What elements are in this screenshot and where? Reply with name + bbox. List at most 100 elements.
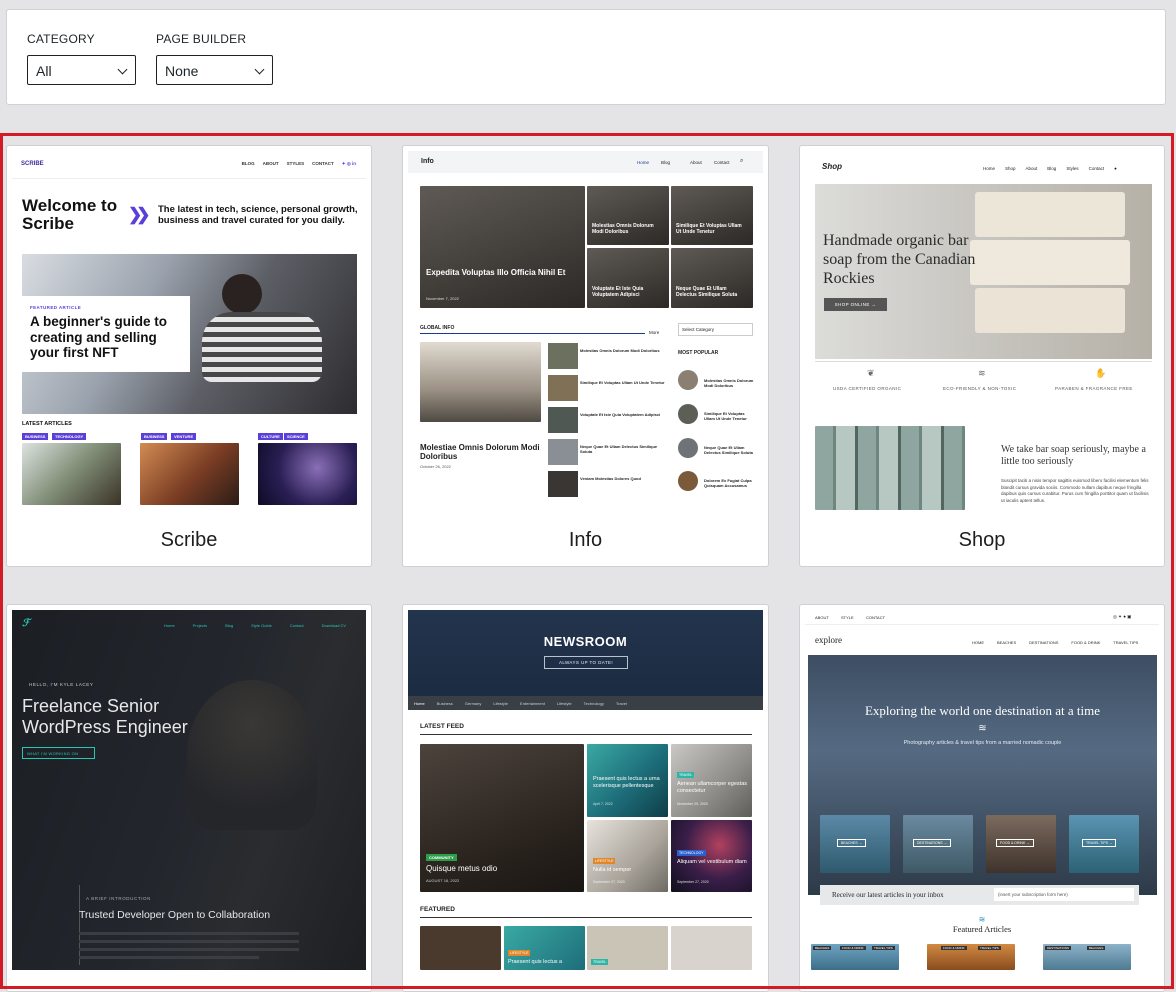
theme-card-freelance[interactable]: ℱ Home Projects Blog Style Guide Contact… bbox=[6, 604, 372, 992]
leaf-icon: ❦ bbox=[867, 368, 875, 378]
category-tag: LIFESTYLE bbox=[593, 858, 616, 864]
category-tag: FOOD & DRINK bbox=[840, 946, 866, 950]
newsroom-nav-item: Lifestyle bbox=[556, 701, 572, 706]
category-tag: TRAVEL bbox=[591, 959, 609, 965]
featured-title: FEATURED bbox=[420, 906, 455, 913]
freelance-headline: Freelance Senior WordPress Engineer bbox=[22, 696, 188, 737]
explore-hero-subtitle: Photography articles & travel tips from … bbox=[903, 740, 1062, 746]
newsroom-tile: Praesent quis lectus a urna scelerisque … bbox=[587, 744, 668, 817]
scribe-featured-card: FEATURED ARTICLE A beginner's guide to c… bbox=[22, 296, 190, 372]
freelance-nav-item: Home bbox=[164, 623, 175, 628]
page-builder-select-value: None bbox=[165, 63, 199, 79]
scribe-nav-item: BLOG bbox=[241, 161, 255, 166]
tile-meta: November 29, 2020 bbox=[677, 802, 708, 806]
info-nav-item: Blog bbox=[661, 160, 671, 165]
tag-pill: SCIENCE bbox=[284, 433, 308, 440]
newsroom-nav: Home Business Germany Lifestyle Entertai… bbox=[408, 696, 763, 710]
category-card[interactable]: TRAVEL TIPS → bbox=[1069, 815, 1139, 873]
search-icon: ⌕ bbox=[740, 158, 744, 164]
theme-preview-scribe: SCRIBE BLOG ABOUT STYLES CONTACT ✦ ◎ in … bbox=[12, 151, 366, 510]
info-hero-image: Expedita Voluptas Illo Officia Nihil Et … bbox=[420, 186, 585, 308]
newsroom-nav-item: Home bbox=[414, 701, 425, 706]
freelance-nav-item: Download CV bbox=[321, 623, 347, 628]
newsroom-nav-item: Technology bbox=[583, 701, 604, 706]
category-tag: TRAVEL TIPS bbox=[872, 946, 895, 950]
page-builder-select[interactable]: None bbox=[156, 55, 273, 85]
shop-nav-item: Home bbox=[983, 166, 996, 171]
category-select[interactable]: All bbox=[27, 55, 136, 85]
explore-nav-item: HOME bbox=[972, 640, 984, 645]
theme-card-info[interactable]: Info Home Blog About Contact ⌕ Expedita … bbox=[402, 145, 769, 567]
latest-articles-label: LATEST ARTICLES bbox=[22, 421, 72, 427]
hand-icon: ✋ bbox=[1095, 368, 1107, 378]
waves-icon: ≋ bbox=[978, 915, 986, 924]
divider-line bbox=[79, 885, 80, 965]
newsletter-text: Receive our latest articles in your inbo… bbox=[832, 891, 944, 899]
theme-card-scribe[interactable]: SCRIBE BLOG ABOUT STYLES CONTACT ✦ ◎ in … bbox=[6, 145, 372, 567]
info-tile: Voluptate Et Iste Quia Voluptatem Adipis… bbox=[587, 248, 669, 308]
badge-label: USDA CERTIFIED ORGANIC bbox=[833, 386, 902, 391]
tile-title: Aliquam vel vestibulum diam bbox=[677, 859, 747, 865]
theme-card-shop[interactable]: Shop Home Shop About Blog Styles Contact… bbox=[799, 145, 1165, 567]
text-line bbox=[79, 956, 259, 959]
most-popular-title: MOST POPULAR bbox=[678, 350, 719, 356]
featured-thumb bbox=[671, 926, 752, 970]
soap-tray-image bbox=[815, 426, 965, 510]
category-filter-label: CATEGORY bbox=[27, 32, 95, 46]
list-thumb bbox=[548, 375, 578, 401]
category-card[interactable]: DESTINATIONS → bbox=[903, 815, 973, 873]
theme-name: Shop bbox=[958, 529, 1006, 551]
list-title: Neque Quae Et Ullam Delectus Similique S… bbox=[580, 444, 658, 454]
shop-online-button[interactable]: SHOP ONLINE → bbox=[824, 298, 887, 311]
tag-pill: BUSINESS bbox=[141, 433, 168, 440]
theme-name: Info bbox=[568, 529, 603, 551]
social-icons: ✦ ◎ in bbox=[341, 161, 356, 166]
info-main-title: Molestiae Omnis Dolorum Modi Doloribus bbox=[420, 443, 540, 461]
info-tile: Similique Et Voluptas Ullam Ut Unde Tene… bbox=[671, 186, 753, 245]
theme-preview-newsroom: NEWSROOM ALWAYS UP TO DATE! Home Busines… bbox=[408, 610, 763, 970]
popular-thumb bbox=[678, 370, 698, 390]
intro-title: Trusted Developer Open to Collaboration bbox=[79, 909, 271, 921]
newsroom-nav-item: Lifestyle bbox=[493, 701, 509, 706]
theme-card-explore[interactable]: ABOUT STYLE CONTACT ◎ ✦ ● ▣ explore HOME… bbox=[799, 604, 1165, 992]
shop-body-text: Suscipit taciti a nisis tempor sagittis … bbox=[1001, 478, 1149, 503]
category-tag: BEACHES bbox=[813, 946, 832, 950]
tile-meta: September 27, 2020 bbox=[677, 880, 709, 884]
section-divider bbox=[420, 333, 645, 334]
shop-section-heading: We take bar soap seriously, maybe a litt… bbox=[1001, 444, 1146, 467]
shop-badges: USDA CERTIFIED ORGANIC ECO-FRIENDLY & NO… bbox=[815, 361, 1152, 401]
scribe-headline: Welcome to Scribe bbox=[22, 196, 118, 233]
category-tag: DESTINATIONS bbox=[1045, 946, 1071, 950]
info-nav-item: Contact bbox=[714, 160, 730, 165]
category-card[interactable]: FOOD & DRINK → bbox=[986, 815, 1056, 873]
newsroom-main-title: Quisque metus odio bbox=[426, 864, 498, 873]
freelance-nav-item: Contact bbox=[289, 623, 304, 628]
text-line bbox=[79, 940, 299, 943]
list-thumb bbox=[548, 471, 578, 497]
category-tag: LIFESTYLE bbox=[508, 950, 531, 956]
tag-pill: BUSINESS bbox=[22, 433, 49, 440]
newsroom-tile: TECHNOLOGY Aliquam vel vestibulum diam S… bbox=[671, 820, 752, 892]
category-tag: TRAVEL bbox=[677, 772, 695, 778]
newsletter-input[interactable]: (insert your subscription form here) bbox=[994, 888, 1134, 901]
category-card[interactable]: BEACHES → bbox=[820, 815, 890, 873]
text-line bbox=[79, 932, 299, 935]
working-on-button[interactable]: WHAT I'M WORKING ON bbox=[22, 747, 95, 759]
list-thumb bbox=[548, 343, 578, 369]
info-tile-title: Molestias Omnis Dolorum Modi Doloribus bbox=[592, 223, 654, 235]
more-link[interactable]: More bbox=[649, 330, 659, 335]
page-builder-filter-label: PAGE BUILDER bbox=[156, 32, 247, 46]
cart-icon: ● bbox=[1114, 166, 1117, 171]
scribe-tagline: The latest in tech, science, personal gr… bbox=[158, 204, 358, 226]
tile-title: Aenean ullamcorper egestas consectetur bbox=[677, 781, 748, 794]
featured-thumb bbox=[420, 926, 501, 970]
theme-card-newsroom[interactable]: NEWSROOM ALWAYS UP TO DATE! Home Busines… bbox=[402, 604, 769, 992]
tile-title: Praesent quis lectus a urna scelerisque … bbox=[593, 776, 660, 789]
popular-title: Similique Et Voluptas Ullam Ut Unde Tene… bbox=[704, 411, 747, 421]
newsroom-title: NEWSROOM bbox=[543, 634, 628, 649]
info-hero-title: Expedita Voluptas Illo Officia Nihil Et bbox=[426, 268, 566, 277]
badge-label: ECO-FRIENDLY & NON-TOXIC bbox=[943, 386, 1017, 391]
category-select-mini[interactable]: Select Category bbox=[678, 323, 753, 336]
theme-name: Scribe bbox=[160, 529, 218, 551]
explore-nav-item: BEACHES bbox=[997, 640, 1017, 645]
